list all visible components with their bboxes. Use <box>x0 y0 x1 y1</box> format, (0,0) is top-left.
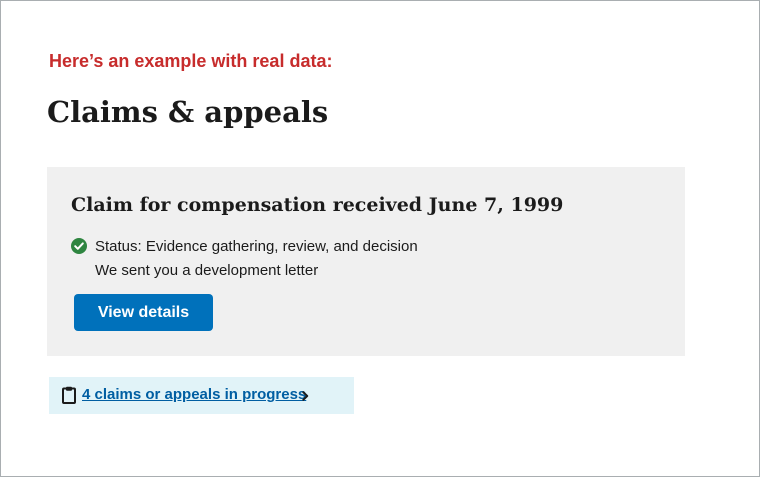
claim-status-detail: We sent you a development letter <box>95 262 319 279</box>
claims-in-progress-box: 4 claims or appeals in progress <box>49 377 354 414</box>
clipboard-icon <box>62 386 76 404</box>
claim-title: Claim for compensation received June 7, … <box>71 194 564 216</box>
page-title: Claims & appeals <box>47 95 329 129</box>
claims-in-progress-link[interactable]: 4 claims or appeals in progress <box>82 385 306 405</box>
claim-card: Claim for compensation received June 7, … <box>47 167 685 356</box>
screenshot-frame: Here’s an example with real data: Claims… <box>0 0 760 477</box>
view-details-button[interactable]: View details <box>74 294 213 331</box>
example-intro: Here’s an example with real data: <box>49 51 333 71</box>
check-circle-icon <box>71 238 87 254</box>
chevron-right-icon <box>302 391 309 401</box>
claim-status-text: Status: Evidence gathering, review, and … <box>95 238 418 255</box>
